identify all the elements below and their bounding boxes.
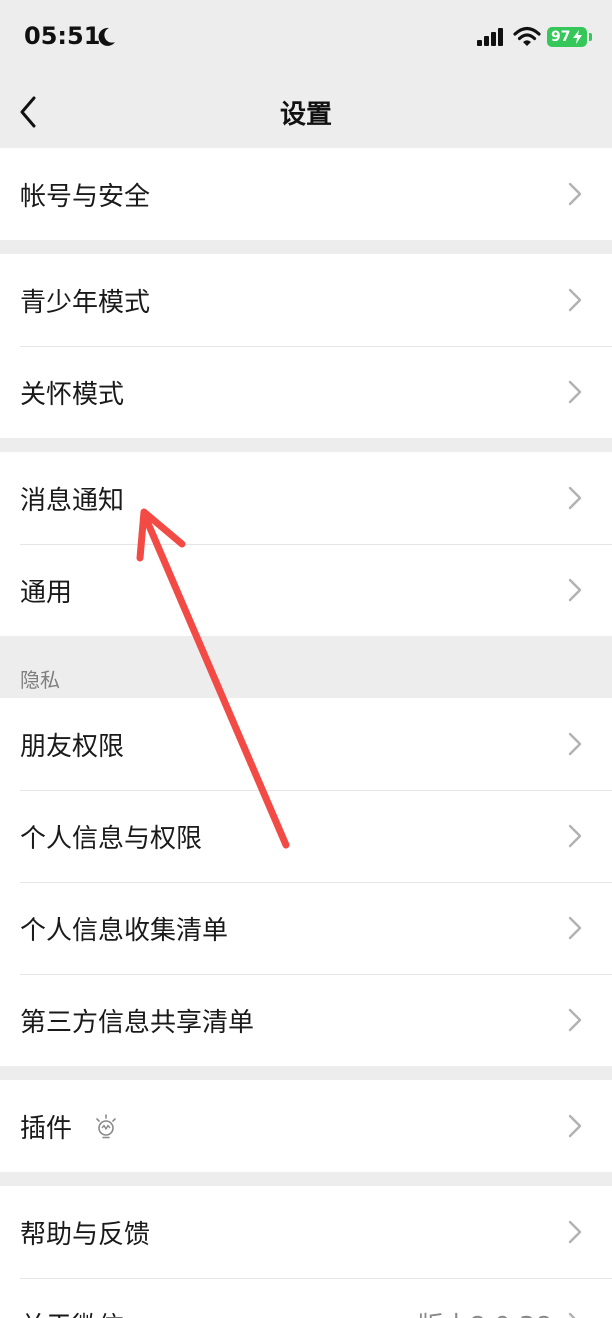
chevron-right-icon xyxy=(568,1114,582,1138)
settings-row-general[interactable]: 通用 xyxy=(0,544,612,636)
settings-group-account: 帐号与安全 xyxy=(0,148,612,240)
page-title: 设置 xyxy=(279,100,332,130)
group-gap xyxy=(0,1172,612,1186)
row-label: 个人信息与权限 xyxy=(20,824,203,854)
settings-row-personal-info-collection[interactable]: 个人信息收集清单 xyxy=(0,882,612,974)
settings-row-plugins[interactable]: 插件 xyxy=(0,1080,612,1172)
settings-row-personal-info-permissions[interactable]: 个人信息与权限 xyxy=(0,790,612,882)
settings-group-plugins: 插件 xyxy=(0,1080,612,1172)
settings-group-general: 消息通知 通用 xyxy=(0,452,612,636)
charging-bolt-icon xyxy=(573,30,582,44)
row-label: 关怀模式 xyxy=(20,380,125,410)
cellular-signal-icon xyxy=(477,28,503,46)
row-label: 消息通知 xyxy=(20,486,125,516)
row-label: 青少年模式 xyxy=(20,288,151,318)
moon-icon xyxy=(98,27,115,46)
chevron-right-icon xyxy=(568,380,582,404)
row-label: 通用 xyxy=(20,578,73,608)
chevron-right-icon xyxy=(568,288,582,312)
settings-row-account-security[interactable]: 帐号与安全 xyxy=(0,148,612,240)
section-header-privacy: 隐私 xyxy=(20,668,60,692)
row-label: 帐号与安全 xyxy=(20,182,151,212)
settings-group-privacy: 朋友权限 个人信息与权限 个人信息收集清单 第三方信息共享清单 xyxy=(0,698,612,1066)
settings-row-teen-mode[interactable]: 青少年模式 xyxy=(0,254,612,346)
chevron-right-icon xyxy=(568,1220,582,1244)
chevron-right-icon xyxy=(568,732,582,756)
settings-row-care-mode[interactable]: 关怀模式 xyxy=(0,346,612,438)
battery-nub xyxy=(589,33,592,41)
settings-list: 帐号与安全 青少年模式 关怀模式 消息通知 通用 隐私 朋友权限 个人信息与权限… xyxy=(0,148,612,1318)
settings-row-help-feedback[interactable]: 帮助与反馈 xyxy=(0,1186,612,1278)
row-label: 第三方信息共享清单 xyxy=(20,1008,255,1038)
settings-row-notifications[interactable]: 消息通知 xyxy=(0,452,612,544)
chevron-right-icon xyxy=(568,182,582,206)
row-label: 关于微信 xyxy=(20,1306,124,1318)
settings-group-modes: 青少年模式 关怀模式 xyxy=(0,254,612,438)
version-value: 版本8.0.38 xyxy=(417,1306,552,1318)
row-label: 插件 xyxy=(20,1114,73,1144)
settings-row-about[interactable]: 关于微信 版本8.0.38 xyxy=(0,1278,612,1318)
chevron-right-icon xyxy=(568,824,582,848)
battery-icon: 97 xyxy=(547,27,587,47)
group-gap xyxy=(0,438,612,452)
status-time: 05:51 xyxy=(24,22,101,50)
status-bar: 05:51 97 xyxy=(0,0,612,76)
chevron-right-icon xyxy=(568,1312,576,1318)
settings-row-third-party-sharing[interactable]: 第三方信息共享清单 xyxy=(0,974,612,1066)
group-gap xyxy=(0,1066,612,1080)
nav-bar: 设置 xyxy=(0,76,612,148)
chevron-right-icon xyxy=(568,1008,582,1032)
settings-group-help: 帮助与反馈 关于微信 版本8.0.38 xyxy=(0,1186,612,1318)
chevron-right-icon xyxy=(568,578,582,602)
row-label: 帮助与反馈 xyxy=(20,1220,151,1250)
lightbulb-icon xyxy=(96,1114,116,1139)
row-label: 个人信息收集清单 xyxy=(20,916,229,946)
chevron-right-icon xyxy=(568,486,582,510)
battery-level: 97 xyxy=(551,29,571,45)
chevron-right-icon xyxy=(568,916,582,940)
wifi-icon xyxy=(513,26,541,46)
settings-row-friend-permissions[interactable]: 朋友权限 xyxy=(0,698,612,790)
group-gap xyxy=(0,240,612,254)
row-label: 朋友权限 xyxy=(20,732,125,762)
